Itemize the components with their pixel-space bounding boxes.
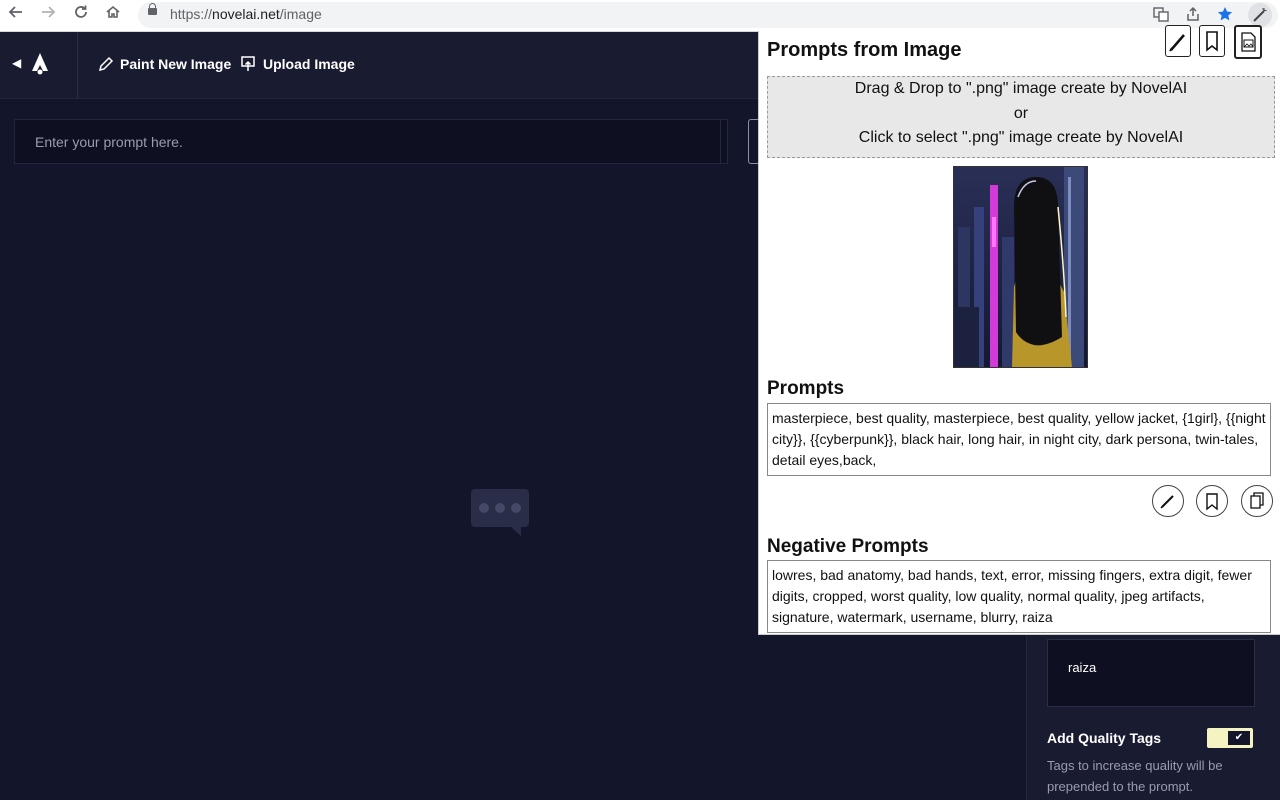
url-text: https://novelai.net/image <box>170 6 322 22</box>
translate-icon[interactable] <box>1151 6 1171 26</box>
check-icon: ✔ <box>1228 731 1250 745</box>
prompt-divider <box>720 120 721 163</box>
novelai-logo-icon[interactable] <box>30 52 50 76</box>
drop-line-2: or <box>1013 104 1029 122</box>
reload-icon[interactable] <box>70 4 92 26</box>
prompts-textarea[interactable]: masterpiece, best quality, masterpiece, … <box>767 403 1271 476</box>
image-file-tool-button[interactable] <box>1234 25 1262 59</box>
popup-title: Prompts from Image <box>767 39 962 61</box>
empty-state-chat-icon <box>471 489 529 536</box>
magic-wand-extension-icon[interactable] <box>1248 3 1272 27</box>
quality-tags-label: Add Quality Tags <box>1047 730 1162 746</box>
copy-prompt-button[interactable] <box>1241 485 1273 517</box>
negative-prompts-textarea[interactable]: lowres, bad anatomy, bad hands, text, er… <box>767 560 1271 633</box>
home-icon[interactable] <box>102 4 124 26</box>
undesired-content-input[interactable]: raiza <box>1047 639 1255 707</box>
copy-to-prompt-button[interactable] <box>1152 485 1184 517</box>
paint-new-image-button[interactable]: Paint New Image <box>98 56 231 72</box>
preview-image <box>953 166 1088 368</box>
upload-icon <box>241 56 257 72</box>
upload-image-label: Upload Image <box>263 56 355 72</box>
pen-tool-button[interactable] <box>1165 25 1191 57</box>
quality-tags-description: Tags to increase quality will be prepend… <box>1047 758 1223 794</box>
forward-icon[interactable] <box>37 4 59 26</box>
upload-image-button[interactable]: Upload Image <box>241 56 355 72</box>
browser-toolbar: https://novelai.net/image <box>0 0 1280 32</box>
extension-popup: Prompts from Image Drag & Drop to ".png"… <box>758 25 1280 635</box>
drop-line-3: Click to select ".png" image create by N… <box>858 129 1184 146</box>
chat-dot <box>495 503 505 513</box>
chat-dot <box>511 503 521 513</box>
negative-prompts-title: Negative Prompts <box>767 536 929 557</box>
undesired-content-value: raiza <box>1068 660 1097 675</box>
quality-tags-toggle[interactable]: ✔ <box>1207 728 1253 748</box>
share-icon[interactable] <box>1183 6 1203 26</box>
image-drop-zone[interactable]: Drag & Drop to ".png" image create by No… <box>767 76 1275 158</box>
bookmark-star-icon[interactable] <box>1215 6 1235 26</box>
settings-sidebar: raiza Add Quality Tags ✔ Tags to increas… <box>1026 634 1280 800</box>
chat-dot <box>479 503 489 513</box>
header-divider <box>77 32 78 98</box>
lock-icon <box>148 3 157 15</box>
pencil-icon <box>98 56 114 72</box>
paint-new-image-label: Paint New Image <box>120 56 232 72</box>
bookmark-tool-button[interactable] <box>1199 25 1225 57</box>
address-bar[interactable]: https://novelai.net/image <box>138 2 1278 28</box>
drop-line-1: Drag & Drop to ".png" image create by No… <box>854 80 1188 97</box>
prompt-input[interactable]: Enter your prompt here. <box>14 119 728 164</box>
prompts-title: Prompts <box>767 378 845 399</box>
back-icon[interactable] <box>5 4 27 26</box>
collapse-caret-icon[interactable]: ◀ <box>12 56 21 70</box>
prompt-placeholder: Enter your prompt here. <box>35 134 183 150</box>
save-prompt-button[interactable] <box>1196 485 1228 517</box>
